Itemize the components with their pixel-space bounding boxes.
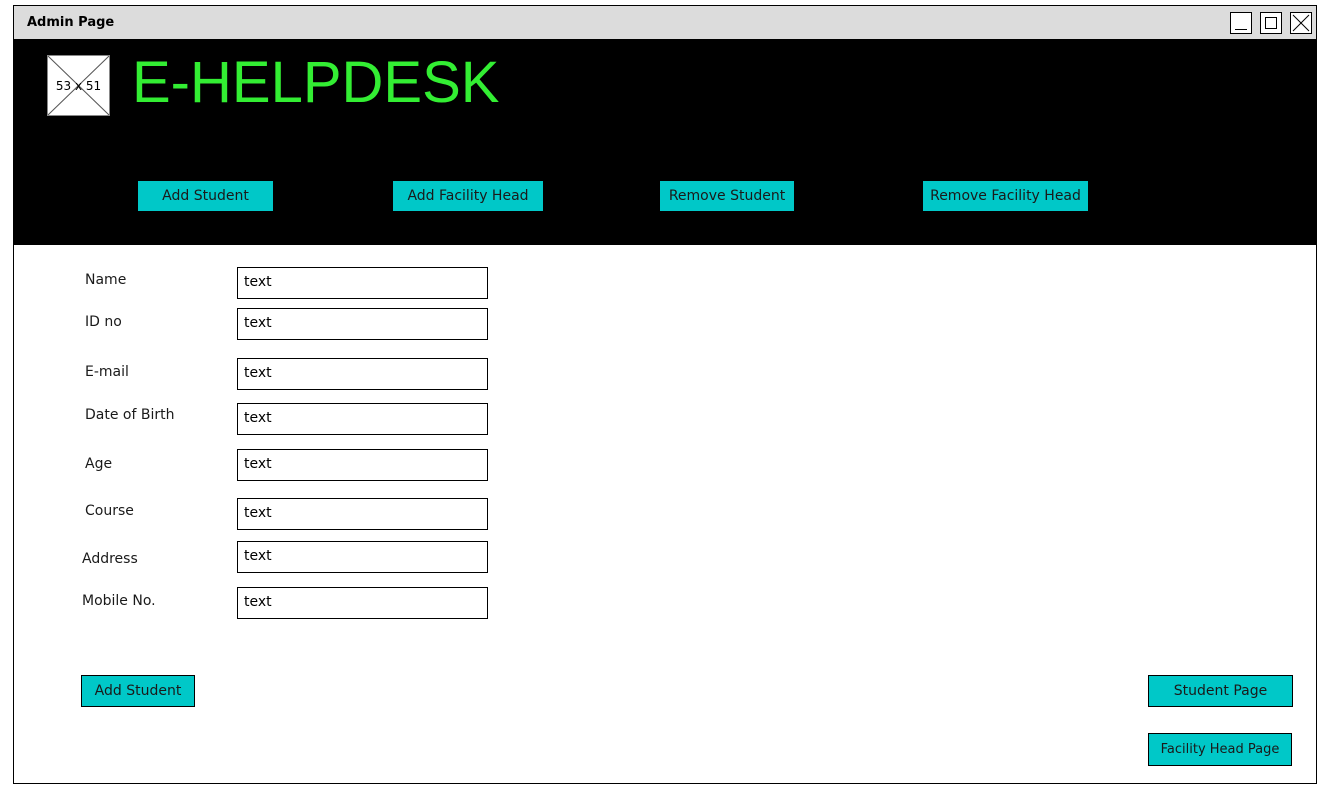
title-bar: Admin Page xyxy=(14,6,1316,40)
maximize-icon[interactable] xyxy=(1260,12,1282,34)
student-page-button[interactable]: Student Page xyxy=(1148,675,1293,707)
mobile-no-label: Mobile No. xyxy=(82,593,156,609)
mobile-no-input[interactable]: text xyxy=(237,587,488,619)
add-student-submit-button[interactable]: Add Student xyxy=(81,675,195,707)
nav-remove-facility-head-button[interactable]: Remove Facility Head xyxy=(923,181,1088,211)
logo-size-label: 53 x 51 xyxy=(55,79,102,93)
id-no-label: ID no xyxy=(85,314,122,330)
window-title: Admin Page xyxy=(27,15,115,30)
age-label: Age xyxy=(85,456,113,472)
nav-add-facility-head-button[interactable]: Add Facility Head xyxy=(393,181,543,211)
logo-image-placeholder: 53 x 51 xyxy=(47,55,110,116)
nav-add-student-button[interactable]: Add Student xyxy=(138,181,273,211)
email-input[interactable]: text xyxy=(237,358,488,390)
age-input[interactable]: text xyxy=(237,449,488,481)
id-no-input[interactable]: text xyxy=(237,308,488,340)
name-label: Name xyxy=(85,272,127,288)
date-of-birth-input[interactable]: text xyxy=(237,403,488,435)
email-label: E-mail xyxy=(85,364,129,380)
close-icon[interactable] xyxy=(1290,12,1312,34)
minimize-icon[interactable] xyxy=(1230,12,1252,34)
app-header: 53 x 51 E-HELPDESK Add Student Add Facil… xyxy=(14,40,1316,245)
date-of-birth-label: Date of Birth xyxy=(85,407,175,423)
admin-window: Admin Page 53 x 51 E-HELPDESK Add Studen… xyxy=(13,5,1317,784)
address-input[interactable]: text xyxy=(237,541,488,573)
facility-head-page-button[interactable]: Facility Head Page xyxy=(1148,733,1292,766)
nav-remove-student-button[interactable]: Remove Student xyxy=(660,181,794,211)
brand-title: E-HELPDESK xyxy=(132,50,500,115)
course-label: Course xyxy=(85,503,134,519)
address-label: Address xyxy=(82,551,138,567)
course-input[interactable]: text xyxy=(237,498,488,530)
name-input[interactable]: text xyxy=(237,267,488,299)
